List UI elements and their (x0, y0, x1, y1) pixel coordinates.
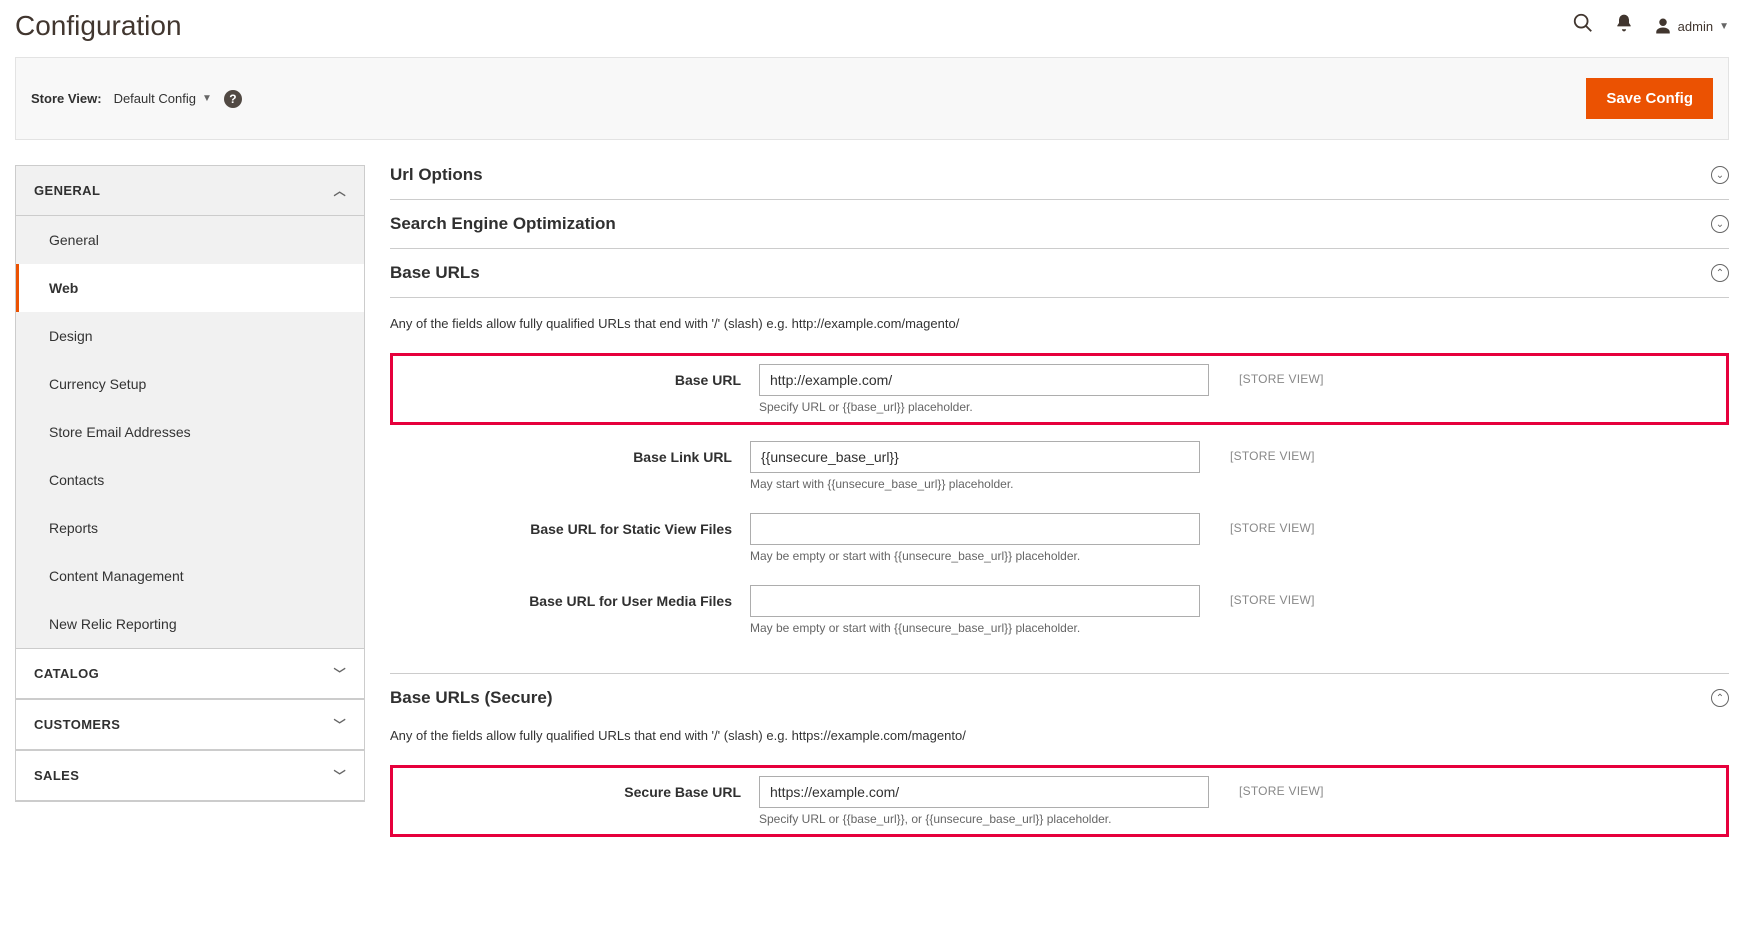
sidebar-section-label: GENERAL (34, 183, 100, 198)
store-view-label: Store View: (31, 91, 102, 106)
sidebar-item-contacts[interactable]: Contacts (16, 456, 364, 504)
header-actions: admin ▼ (1572, 12, 1729, 40)
section-title: Search Engine Optimization (390, 214, 616, 234)
section-base-urls-secure[interactable]: Base URLs (Secure) ⌃ (390, 674, 1729, 722)
input-base-url-static[interactable] (750, 513, 1200, 545)
sidebar-item-general[interactable]: General (16, 216, 364, 264)
field-scope: [STORE VIEW] (1209, 776, 1324, 798)
save-config-button[interactable]: Save Config (1586, 78, 1713, 119)
field-label-base-url: Base URL (399, 364, 759, 388)
section-title: Base URLs (Secure) (390, 688, 553, 708)
chevron-down-icon: ﹀ (334, 767, 346, 784)
caret-down-icon: ▼ (1719, 21, 1729, 32)
sidebar-section-label: CUSTOMERS (34, 717, 120, 732)
field-note: Specify URL or {{base_url}}, or {{unsecu… (759, 812, 1209, 826)
field-scope: [STORE VIEW] (1200, 513, 1315, 535)
chevron-down-icon: ﹀ (334, 716, 346, 733)
section-title: Base URLs (390, 263, 480, 283)
highlight-base-url: Base URL Specify URL or {{base_url}} pla… (390, 353, 1729, 425)
config-content: Url Options ⌄ Search Engine Optimization… (390, 165, 1729, 859)
field-label-secure-base-url: Secure Base URL (399, 776, 759, 800)
sidebar-section-label: CATALOG (34, 666, 99, 681)
toolbar: Store View: Default Config ▼ ? Save Conf… (15, 57, 1729, 140)
sidebar-section-sales[interactable]: SALES ﹀ (16, 750, 364, 801)
help-icon[interactable]: ? (224, 90, 242, 108)
field-scope: [STORE VIEW] (1200, 585, 1315, 607)
user-icon (1654, 17, 1672, 35)
sidebar-item-design[interactable]: Design (16, 312, 364, 360)
section-base-urls-body: Any of the fields allow fully qualified … (390, 298, 1729, 663)
sidebar-item-reports[interactable]: Reports (16, 504, 364, 552)
field-scope: [STORE VIEW] (1209, 364, 1324, 386)
admin-user-label: admin (1678, 19, 1713, 34)
input-secure-base-url[interactable] (759, 776, 1209, 808)
search-icon[interactable] (1572, 12, 1594, 40)
section-base-urls-secure-body: Any of the fields allow fully qualified … (390, 722, 1729, 859)
collapse-icon: ⌃ (1711, 689, 1729, 707)
sidebar-section-label: SALES (34, 768, 79, 783)
sidebar-section-catalog[interactable]: CATALOG ﹀ (16, 648, 364, 699)
field-label-base-url-static: Base URL for Static View Files (390, 513, 750, 537)
sidebar-item-new-relic[interactable]: New Relic Reporting (16, 600, 364, 648)
field-label-base-link-url: Base Link URL (390, 441, 750, 465)
field-note: May be empty or start with {{unsecure_ba… (750, 621, 1200, 635)
store-view-value: Default Config (114, 91, 196, 106)
sidebar-section-customers[interactable]: CUSTOMERS ﹀ (16, 699, 364, 750)
field-scope: [STORE VIEW] (1200, 441, 1315, 463)
field-note: Specify URL or {{base_url}} placeholder. (759, 400, 1209, 414)
section-base-urls[interactable]: Base URLs ⌃ (390, 249, 1729, 298)
store-view-select[interactable]: Default Config ▼ (114, 91, 212, 106)
collapse-icon: ⌃ (1711, 264, 1729, 282)
field-note: May start with {{unsecure_base_url}} pla… (750, 477, 1200, 491)
notifications-icon[interactable] (1614, 13, 1634, 39)
highlight-secure-base-url: Secure Base URL Specify URL or {{base_ur… (390, 765, 1729, 837)
input-base-link-url[interactable] (750, 441, 1200, 473)
expand-icon: ⌄ (1711, 166, 1729, 184)
chevron-up-icon: ︿ (334, 182, 346, 199)
section-seo[interactable]: Search Engine Optimization ⌄ (390, 200, 1729, 249)
sidebar-item-content-mgmt[interactable]: Content Management (16, 552, 364, 600)
caret-down-icon: ▼ (202, 93, 212, 104)
chevron-down-icon: ﹀ (334, 665, 346, 682)
section-url-options[interactable]: Url Options ⌄ (390, 165, 1729, 200)
sidebar-section-general[interactable]: GENERAL ︿ (16, 166, 364, 216)
section-title: Url Options (390, 165, 483, 185)
section-description: Any of the fields allow fully qualified … (390, 316, 1729, 331)
section-description: Any of the fields allow fully qualified … (390, 728, 1729, 743)
page-title: Configuration (15, 10, 182, 42)
input-base-url-media[interactable] (750, 585, 1200, 617)
sidebar-item-web[interactable]: Web (16, 264, 364, 312)
sidebar-item-store-email[interactable]: Store Email Addresses (16, 408, 364, 456)
expand-icon: ⌄ (1711, 215, 1729, 233)
config-sidebar: GENERAL ︿ General Web Design Currency Se… (15, 165, 365, 802)
field-label-base-url-media: Base URL for User Media Files (390, 585, 750, 609)
admin-user-menu[interactable]: admin ▼ (1654, 17, 1729, 35)
field-note: May be empty or start with {{unsecure_ba… (750, 549, 1200, 563)
input-base-url[interactable] (759, 364, 1209, 396)
sidebar-item-currency-setup[interactable]: Currency Setup (16, 360, 364, 408)
